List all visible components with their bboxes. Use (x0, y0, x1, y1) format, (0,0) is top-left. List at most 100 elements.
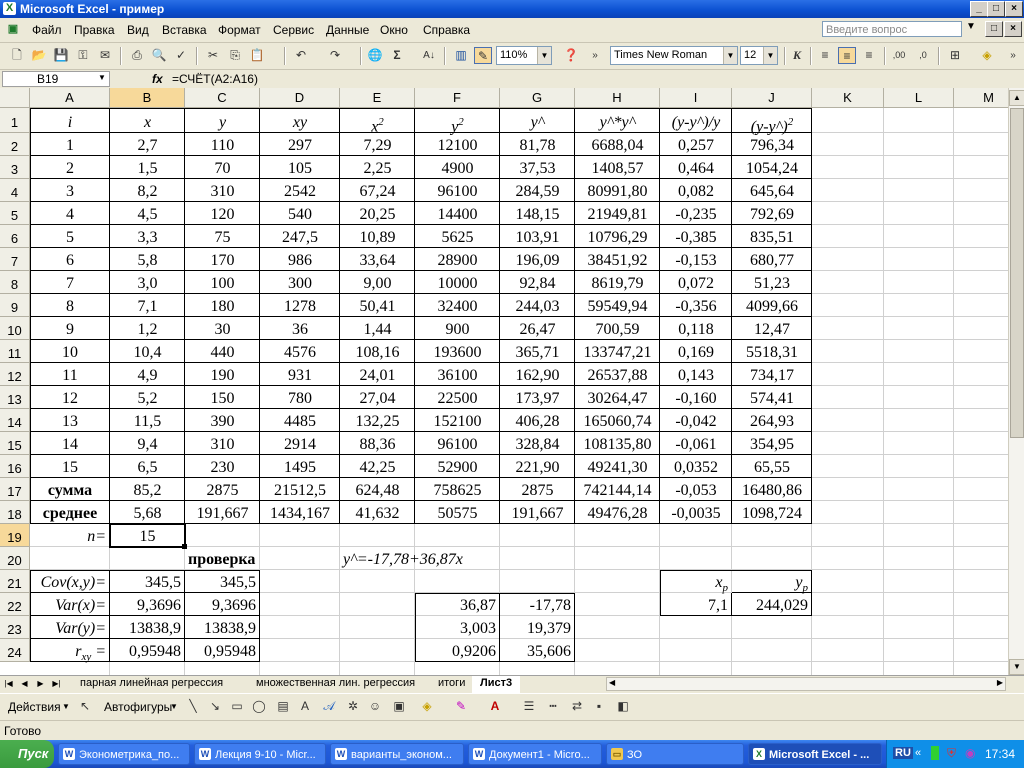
row-header-24[interactable]: 24 (0, 639, 30, 662)
rectangle-icon[interactable]: ▭ (228, 698, 246, 715)
row-header-16[interactable]: 16 (0, 455, 30, 478)
line-style-icon[interactable]: ☰ (520, 698, 538, 715)
decrease-decimal-icon[interactable]: ,0 (914, 47, 932, 64)
next-sheet-icon[interactable]: ▶ (34, 677, 47, 691)
column-header-l[interactable]: L (884, 88, 954, 108)
align-left-icon[interactable]: ≡ (816, 47, 834, 64)
actions-menu[interactable]: Действия (8, 700, 61, 714)
row-header-23[interactable]: 23 (0, 616, 30, 639)
align-center-icon[interactable]: ≡ (838, 47, 856, 64)
align-right-icon[interactable]: ≡ (860, 47, 878, 64)
menu-tools[interactable]: Сервис (273, 23, 314, 37)
picture-icon[interactable]: ▣ (390, 698, 408, 715)
menu-format[interactable]: Формат (218, 23, 261, 37)
row-header-13[interactable]: 13 (0, 386, 30, 409)
borders-icon[interactable]: ⊞ (946, 47, 964, 64)
row-header-19[interactable]: 19 (0, 524, 30, 547)
help-dropdown-icon[interactable]: ▼ (966, 21, 976, 32)
spelling-icon[interactable]: ✓ (172, 47, 190, 64)
scroll-thumb[interactable] (1010, 108, 1024, 438)
row-header-1[interactable]: 1 (0, 108, 30, 133)
row-header-10[interactable]: 10 (0, 317, 30, 340)
menu-window[interactable]: Окно (380, 23, 408, 37)
task-document1[interactable]: W Документ1 - Micro... (468, 743, 602, 765)
arrow-icon[interactable]: ↘ (206, 698, 224, 715)
close-button[interactable]: × (1005, 1, 1023, 17)
selected-cell-b19[interactable] (109, 523, 186, 548)
print-icon[interactable]: ⎙ (128, 47, 146, 64)
toolbar-more-icon[interactable]: » (1004, 47, 1022, 64)
function-icon[interactable]: fx (152, 72, 163, 86)
task-folder[interactable]: ▭ ЗО (606, 743, 744, 765)
minimize-button[interactable]: _ (970, 1, 988, 17)
column-header-d[interactable]: D (260, 88, 340, 108)
autoshapes-menu[interactable]: Автофигуры (104, 700, 172, 714)
help-search-input[interactable]: Введите вопрос (822, 21, 962, 37)
tab-simple-regression[interactable]: парная линейная регрессия (72, 676, 231, 691)
cut-icon[interactable]: ✂ (204, 47, 222, 64)
fill-color-icon[interactable]: ◈ (418, 698, 436, 715)
network-icon[interactable] (931, 746, 939, 760)
name-box[interactable]: B19 (2, 71, 110, 87)
regression-equation-cell[interactable]: y^=-17,78+36,87x (340, 547, 463, 570)
row-header-21[interactable]: 21 (0, 570, 30, 593)
task-excel[interactable]: X Microsoft Excel - ... (748, 743, 882, 765)
column-header-k[interactable]: K (812, 88, 884, 108)
row-header-6[interactable]: 6 (0, 225, 30, 248)
font-name-select[interactable]: Times New Roman ▼ (610, 46, 738, 65)
row-header-9[interactable]: 9 (0, 294, 30, 317)
antivirus-icon[interactable]: ⛨ (947, 746, 956, 761)
hyperlink-icon[interactable]: 🌐 (366, 47, 384, 64)
undo-icon[interactable]: ↶ (292, 47, 310, 64)
check-label-cell[interactable]: проверка (185, 547, 260, 570)
doc-close-button[interactable]: × (1004, 21, 1022, 37)
oval-icon[interactable]: ◯ (250, 698, 268, 715)
last-sheet-icon[interactable]: ▶| (50, 677, 63, 691)
column-header-m[interactable]: M (954, 88, 1008, 108)
task-lecture[interactable]: W Лекция 9-10 - Micr... (194, 743, 326, 765)
task-econometrics[interactable]: W Эконометрика_по... (58, 743, 190, 765)
chart-wizard-icon[interactable]: ▥ (452, 47, 470, 64)
scroll-up-icon[interactable]: ▲ (1009, 90, 1024, 106)
menu-view[interactable]: Вид (127, 23, 149, 37)
n-label-cell[interactable]: n= (30, 524, 110, 547)
row-header-3[interactable]: 3 (0, 156, 30, 179)
menu-help[interactable]: Справка (423, 23, 470, 37)
tray-app-icon[interactable]: ◉ (965, 746, 975, 760)
doc-restore-button[interactable]: □ (985, 21, 1003, 37)
maximize-button[interactable]: □ (987, 1, 1005, 17)
redo-icon[interactable]: ↷ (326, 47, 344, 64)
wordart-style-icon[interactable]: 𝒜 (320, 698, 338, 715)
row-header-17[interactable]: 17 (0, 478, 30, 501)
row-header-11[interactable]: 11 (0, 340, 30, 363)
first-sheet-icon[interactable]: |◀ (2, 677, 15, 691)
column-header-f[interactable]: F (415, 88, 500, 108)
open-icon[interactable]: 📂 (30, 47, 48, 64)
column-header-a[interactable]: A (30, 88, 110, 108)
line-color-icon[interactable]: ✎ (452, 698, 470, 715)
tab-totals[interactable]: итоги (430, 676, 473, 691)
paste-icon[interactable]: 📋 (248, 47, 266, 64)
autosum-icon[interactable]: Σ (388, 47, 406, 64)
menu-file[interactable]: Файл (32, 23, 62, 37)
fill-color-icon[interactable]: ◈ (978, 47, 996, 64)
language-indicator[interactable]: RU (893, 747, 913, 759)
font-color-icon[interactable]: A (486, 698, 504, 715)
row-header-2[interactable]: 2 (0, 133, 30, 156)
line-icon[interactable]: ╲ (184, 698, 202, 715)
row-header-22[interactable]: 22 (0, 593, 30, 616)
toolbar-options-icon[interactable]: » (586, 47, 604, 64)
row-header-12[interactable]: 12 (0, 363, 30, 386)
vertical-scrollbar[interactable]: ▲ ▼ (1008, 88, 1024, 675)
row-header-20[interactable]: 20 (0, 547, 30, 570)
font-size-select[interactable]: 12 ▼ (740, 46, 778, 65)
wordart-icon[interactable]: A (296, 698, 314, 715)
menu-insert[interactable]: Вставка (162, 23, 207, 37)
copy-icon[interactable]: ⎘ (226, 47, 244, 64)
menu-data[interactable]: Данные (326, 23, 369, 37)
scroll-right-icon[interactable]: ▶ (997, 678, 1003, 687)
document-icon[interactable]: ▣ (4, 21, 22, 38)
sort-ascending-icon[interactable]: A↓ (420, 47, 438, 64)
save-icon[interactable]: 💾 (52, 47, 70, 64)
formula-input[interactable]: =СЧЁТ(A2:A16) (172, 72, 258, 86)
